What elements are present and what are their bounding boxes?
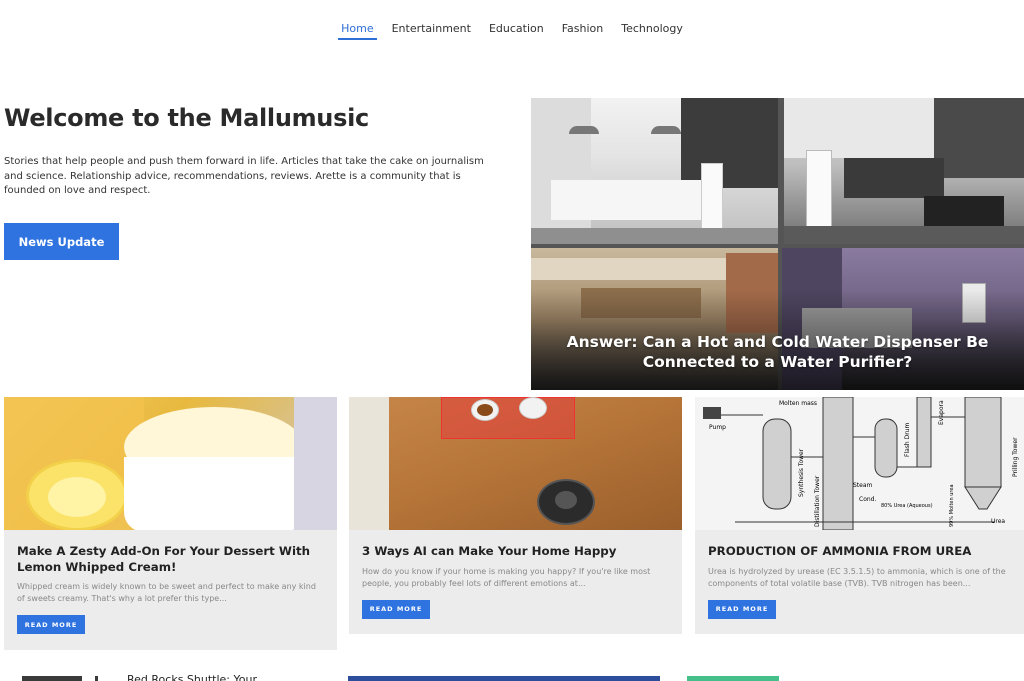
post-card-ammonia: Molten mass Pump Steam Cond. 80% Urea (A… (695, 397, 1024, 634)
label-urea-aqueous: 80% Urea (Aqueous) (881, 503, 933, 509)
main-nav: Home Entertainment Education Fashion Tec… (0, 20, 1024, 40)
living-room-photo (784, 98, 1024, 244)
read-more-button[interactable]: READ MORE (17, 615, 85, 634)
post-thumbnail-edge (95, 676, 98, 681)
label-urea: Urea (991, 518, 1005, 525)
lemon-cream-photo[interactable] (4, 397, 337, 530)
page-title: Welcome to the Mallumusic (4, 104, 369, 132)
card-excerpt: How do you know if your home is making y… (362, 566, 651, 588)
card-title[interactable]: 3 Ways AI can Make Your Home Happy (349, 530, 682, 560)
card-excerpt: Whipped cream is widely known to be swee… (17, 582, 316, 603)
robot-vacuum-photo[interactable] (349, 397, 682, 530)
read-more-button[interactable]: READ MORE (708, 599, 776, 619)
label-steam: Steam (853, 482, 873, 489)
nav-item-education[interactable]: Education (480, 20, 553, 39)
post-card-ai-home: 3 Ways AI can Make Your Home Happy How d… (349, 397, 682, 634)
nav-item-home[interactable]: Home (332, 20, 382, 40)
label-prilling-tower: Prilling Tower (1012, 437, 1019, 477)
nav-item-entertainment[interactable]: Entertainment (383, 20, 480, 39)
blue-banner[interactable] (348, 676, 660, 681)
featured-post-image[interactable]: Answer: Can a Hot and Cold Water Dispens… (531, 98, 1024, 390)
nav-item-technology[interactable]: Technology (612, 20, 692, 39)
hero-description: Stories that help people and push them f… (4, 156, 484, 196)
label-molten-urea: 99% Molten urea (949, 484, 955, 527)
label-pump: Pump (709, 424, 726, 431)
post-thumbnail[interactable] (22, 676, 82, 681)
label-synthesis-tower: Synthesis Tower (798, 448, 805, 497)
urea-process-diagram[interactable]: Molten mass Pump Steam Cond. 80% Urea (A… (695, 397, 1024, 530)
card-excerpt: Urea is hydrolyzed by urease (EC 3.5.1.5… (708, 566, 1006, 588)
post-card-lemon-cream: Make A Zesty Add-On For Your Dessert Wit… (4, 397, 337, 650)
kitchen-photo (531, 98, 778, 244)
card-title[interactable]: PRODUCTION OF AMMONIA FROM UREA (695, 530, 1024, 560)
label-distillation-tower: Distillation Tower (814, 475, 821, 527)
label-evaporator: Evapora (938, 400, 945, 425)
label-cond: Cond. (859, 496, 876, 503)
card-title[interactable]: Make A Zesty Add-On For Your Dessert Wit… (4, 530, 337, 575)
post-title[interactable]: Red Rocks Shuttle: Your (127, 673, 257, 681)
green-badge (687, 676, 779, 681)
featured-post-title[interactable]: Answer: Can a Hot and Cold Water Dispens… (531, 332, 1024, 372)
process-diagram-svg: Molten mass Pump Steam Cond. 80% Urea (A… (703, 397, 1019, 530)
label-molten-mass: Molten mass (779, 400, 817, 407)
read-more-button[interactable]: READ MORE (362, 599, 430, 619)
news-update-button[interactable]: News Update (4, 223, 119, 260)
nav-item-fashion[interactable]: Fashion (553, 20, 613, 39)
label-flash-drum: Flash Drum (904, 422, 911, 457)
